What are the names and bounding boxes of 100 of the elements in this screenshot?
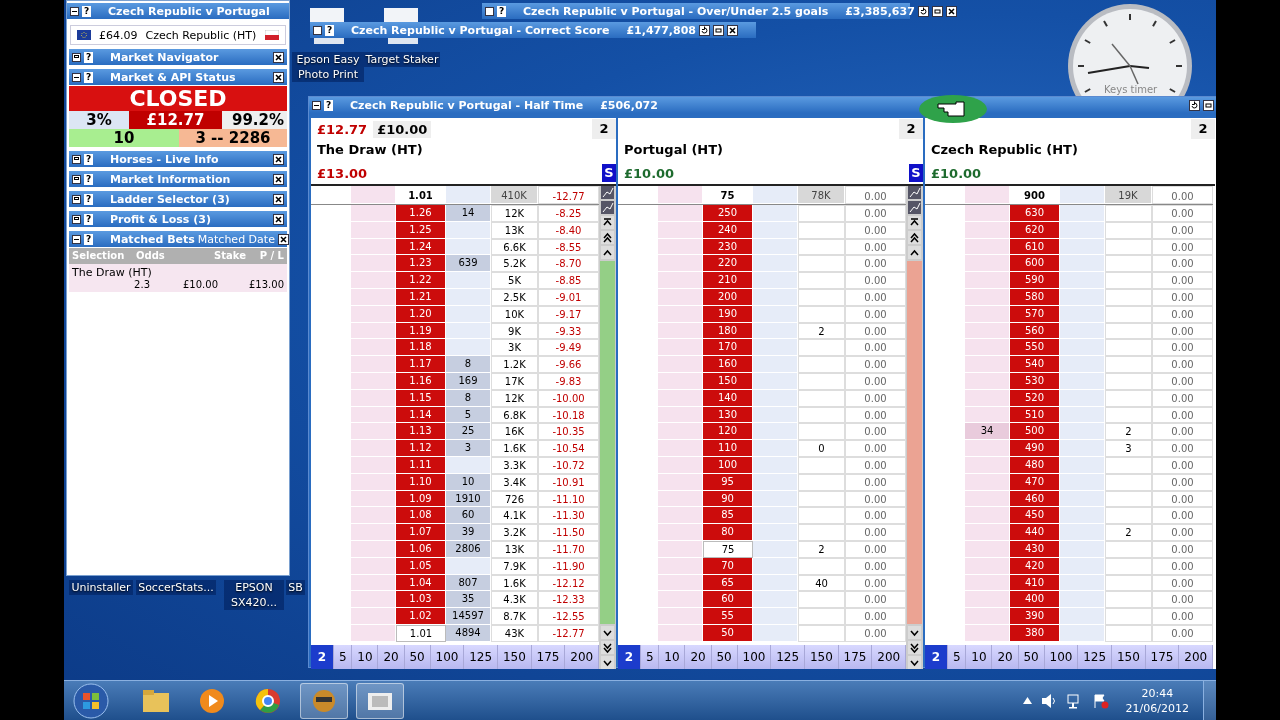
odds-cell[interactable]: 1.22 xyxy=(396,272,446,289)
back-cell[interactable] xyxy=(351,255,396,273)
restore-icon[interactable] xyxy=(1203,99,1214,111)
chart-icon[interactable] xyxy=(601,201,614,214)
back-cell[interactable] xyxy=(658,608,703,625)
back-cell[interactable] xyxy=(351,339,396,357)
lay-cell[interactable] xyxy=(1060,440,1105,457)
show-desktop-button[interactable] xyxy=(1203,680,1216,720)
back-cell[interactable] xyxy=(965,356,1010,373)
odds-cell[interactable]: 450 xyxy=(1010,507,1060,525)
lay-cell[interactable] xyxy=(1060,186,1105,204)
lay-cell[interactable] xyxy=(753,608,798,625)
help-button[interactable]: ? xyxy=(84,71,93,83)
back-cell[interactable] xyxy=(965,524,1010,541)
stake-option[interactable]: 20 xyxy=(685,644,712,669)
close-icon[interactable] xyxy=(273,213,284,225)
scroll-top-icon[interactable] xyxy=(908,216,921,229)
lay-cell[interactable] xyxy=(753,186,798,204)
stake-option[interactable]: 125 xyxy=(1078,644,1112,669)
odds-cell[interactable]: 500 xyxy=(1010,423,1060,441)
odds-cell[interactable]: 80 xyxy=(703,524,753,541)
lay-cell[interactable]: 3 xyxy=(446,440,491,457)
back-cell[interactable] xyxy=(351,524,396,541)
close-icon[interactable] xyxy=(273,51,284,63)
shortcut-label[interactable]: Target Staker xyxy=(363,52,441,67)
back-cell[interactable] xyxy=(965,186,1010,204)
back-cell[interactable] xyxy=(351,591,396,609)
shortcut-label[interactable]: EPSON SX420... xyxy=(224,580,284,610)
lay-cell[interactable] xyxy=(753,255,798,273)
odds-cell[interactable]: 1.12 xyxy=(396,440,446,457)
stake-option[interactable]: 50 xyxy=(404,644,431,669)
tick-button[interactable]: 2 xyxy=(899,119,923,139)
shortcut-label[interactable]: SB xyxy=(286,580,305,595)
help-button[interactable]: ? xyxy=(84,173,93,185)
stake-option[interactable]: 10 xyxy=(352,644,379,669)
help-button[interactable]: ? xyxy=(84,233,93,245)
lay-cell[interactable] xyxy=(753,339,798,357)
lay-cell[interactable] xyxy=(753,591,798,609)
lay-cell[interactable]: 14 xyxy=(446,205,491,222)
chart-icon[interactable] xyxy=(601,186,614,199)
stake-option[interactable]: 150 xyxy=(805,644,839,669)
stake-option[interactable]: 20 xyxy=(992,644,1019,669)
lay-cell[interactable]: 14597 xyxy=(446,608,491,625)
section-header[interactable]: ? Horses - Live Info xyxy=(69,151,287,167)
lay-cell[interactable] xyxy=(1060,591,1105,609)
back-cell[interactable] xyxy=(658,524,703,541)
stake-option[interactable]: 150 xyxy=(498,644,532,669)
back-cell[interactable] xyxy=(351,440,396,457)
odds-cell[interactable]: 1.13 xyxy=(396,423,446,441)
odds-cell[interactable]: 1.03 xyxy=(396,591,446,609)
back-cell[interactable] xyxy=(658,423,703,441)
odds-cell[interactable]: 1.02 xyxy=(396,608,446,625)
stake-option[interactable]: 2 xyxy=(311,644,334,669)
odds-cell[interactable]: 250 xyxy=(703,205,753,222)
window-title-bar[interactable]: ? Czech Republic v Portugal xyxy=(67,3,289,19)
back-cell[interactable] xyxy=(351,186,396,204)
odds-cell[interactable]: 55 xyxy=(703,608,753,625)
date-text[interactable]: 21/06/2012 xyxy=(1125,700,1189,716)
shortcut-label[interactable]: SoccerStats... xyxy=(136,580,216,595)
section-header[interactable]: ? Market & API Status xyxy=(69,69,287,85)
down-icon[interactable] xyxy=(908,625,921,639)
help-button[interactable]: ? xyxy=(84,213,93,225)
section-header[interactable]: ? Ladder Selector (3) xyxy=(69,191,287,207)
down-icon[interactable] xyxy=(908,655,921,669)
lay-cell[interactable]: 25 xyxy=(446,423,491,441)
odds-cell[interactable]: 110 xyxy=(703,440,753,457)
stake-option[interactable]: 2 xyxy=(618,644,641,669)
double-up-icon[interactable] xyxy=(908,231,921,244)
odds-cell[interactable]: 60 xyxy=(703,591,753,609)
lay-cell[interactable]: 60 xyxy=(446,507,491,525)
stake-option[interactable]: 5 xyxy=(641,644,660,669)
app-icon[interactable] xyxy=(300,682,348,719)
stake-option[interactable]: 5 xyxy=(334,644,353,669)
odds-cell[interactable]: 490 xyxy=(1010,440,1060,457)
double-down-icon[interactable] xyxy=(601,640,614,654)
lay-cell[interactable] xyxy=(1060,608,1105,625)
back-cell[interactable] xyxy=(965,591,1010,609)
flag-icon[interactable] xyxy=(1091,692,1110,709)
back-cell[interactable] xyxy=(965,255,1010,273)
speaker-icon[interactable] xyxy=(1039,692,1058,709)
odds-cell[interactable]: 540 xyxy=(1010,356,1060,373)
up-icon[interactable] xyxy=(908,246,921,259)
back-cell[interactable] xyxy=(658,507,703,525)
help-button[interactable]: ? xyxy=(324,99,333,111)
odds-cell[interactable]: 1.07 xyxy=(396,524,446,541)
odds-cell[interactable]: 1.17 xyxy=(396,356,446,373)
stake-option[interactable]: 5 xyxy=(948,644,967,669)
close-icon[interactable] xyxy=(273,193,284,205)
back-cell[interactable] xyxy=(658,339,703,357)
section-header[interactable]: ? Matched Bets Matched Date xyxy=(69,231,287,247)
close-icon[interactable] xyxy=(273,71,284,83)
start-button[interactable] xyxy=(72,681,110,720)
stake-option[interactable]: 20 xyxy=(378,644,405,669)
odds-cell[interactable]: 120 xyxy=(703,423,753,441)
close-icon[interactable] xyxy=(945,5,957,17)
back-cell[interactable] xyxy=(658,186,703,204)
lay-cell[interactable] xyxy=(1060,255,1105,273)
stake-option[interactable]: 100 xyxy=(430,644,465,669)
minimize-button[interactable] xyxy=(70,6,79,16)
minimize-button[interactable] xyxy=(485,6,494,16)
